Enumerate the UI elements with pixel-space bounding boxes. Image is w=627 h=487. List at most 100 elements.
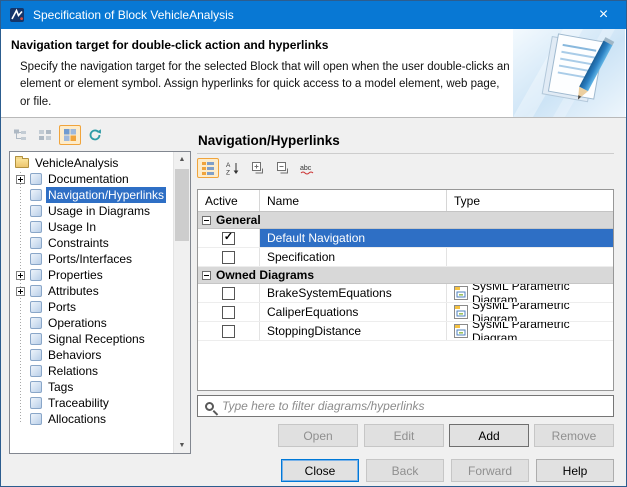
tree-item-navigation-hyperlinks[interactable]: Navigation/Hyperlinks <box>10 187 173 203</box>
tree-item-icon <box>30 237 42 249</box>
group-by-button[interactable] <box>197 158 219 178</box>
active-checkbox[interactable]: ✓ <box>222 232 235 245</box>
tree-item-operations[interactable]: Operations <box>10 315 173 331</box>
sort-alphabetically-button[interactable]: A Z <box>222 158 244 178</box>
collapse-group-icon[interactable] <box>202 216 211 225</box>
tree-item-label: Relations <box>46 363 100 379</box>
open-button[interactable]: Open <box>278 424 358 447</box>
add-button[interactable]: Add <box>449 424 529 447</box>
type-cell <box>447 229 613 247</box>
tree-item-icon <box>30 253 42 265</box>
expand-node-icon[interactable] <box>16 287 25 296</box>
dialog-header: Navigation target for double-click actio… <box>1 29 626 118</box>
expand-all-button[interactable] <box>247 158 269 178</box>
tree-item-behaviors[interactable]: Behaviors <box>10 347 173 363</box>
table-row-brakesystemequations[interactable]: BrakeSystemEquations SysML Parametric Di… <box>198 284 613 303</box>
back-button[interactable]: Back <box>366 459 444 482</box>
type-label: SysML Parametric Diagram <box>472 284 613 302</box>
search-icon <box>205 402 214 411</box>
collapse-tree-icon <box>38 128 52 142</box>
close-button[interactable]: Close <box>281 459 359 482</box>
check-spelling-button[interactable]: abc <box>297 158 319 178</box>
tree-root-vehicleanalysis[interactable]: VehicleAnalysis <box>10 155 173 171</box>
table-row-specification[interactable]: Specification <box>198 248 613 267</box>
refresh-button[interactable] <box>84 125 106 145</box>
active-cell: ✓ <box>198 229 260 247</box>
collapse-all-button[interactable] <box>272 158 294 178</box>
active-checkbox[interactable] <box>222 251 235 264</box>
name-cell: StoppingDistance <box>260 322 447 340</box>
tree-item-relations[interactable]: Relations <box>10 363 173 379</box>
titlebar[interactable]: Specification of Block VehicleAnalysis × <box>1 1 626 29</box>
tree-item-documentation[interactable]: Documentation <box>10 171 173 187</box>
type-label: SysML Parametric Diagram <box>472 322 613 340</box>
tree-item-icon <box>30 173 42 185</box>
group-row-owned-diagrams[interactable]: Owned Diagrams <box>198 267 613 284</box>
tree-scrollbar[interactable]: ▲ ▼ <box>173 152 190 453</box>
app-icon <box>9 7 25 23</box>
tree-toolbar <box>9 125 106 145</box>
hyperlinks-table: Active Name Type General ✓ Default Navig… <box>197 189 614 391</box>
active-checkbox[interactable] <box>222 287 235 300</box>
table-row-stoppingdistance[interactable]: StoppingDistance SysML Parametric Diagra… <box>198 322 613 341</box>
window-title: Specification of Block VehicleAnalysis <box>33 8 234 22</box>
tree-item-icon <box>30 221 42 233</box>
tree-item-label: Navigation/Hyperlinks <box>46 187 166 203</box>
tree-item-tags[interactable]: Tags <box>10 379 173 395</box>
svg-text:abc: abc <box>300 165 312 172</box>
group-row-general[interactable]: General <box>198 212 613 229</box>
active-checkbox[interactable] <box>222 306 235 319</box>
remove-button[interactable]: Remove <box>534 424 614 447</box>
tree-item-ports-interfaces[interactable]: Ports/Interfaces <box>10 251 173 267</box>
forward-button[interactable]: Forward <box>451 459 529 482</box>
tree-item-icon <box>30 301 42 313</box>
tree-item-ports[interactable]: Ports <box>10 299 173 315</box>
tree-item-traceability[interactable]: Traceability <box>10 395 173 411</box>
group-nodes-toggle-button[interactable] <box>59 125 81 145</box>
tree-item-properties[interactable]: Properties <box>10 267 173 283</box>
close-icon[interactable]: × <box>581 1 626 29</box>
tree-item-usage-in-diagrams[interactable]: Usage in Diagrams <box>10 203 173 219</box>
tree-item-signal-receptions[interactable]: Signal Receptions <box>10 331 173 347</box>
tree-item-icon <box>30 317 42 329</box>
expand-node-icon[interactable] <box>16 271 25 280</box>
tree-item-label: Behaviors <box>46 347 103 363</box>
tree-item-icon <box>30 205 42 217</box>
expand-tree-icon <box>13 128 27 142</box>
scroll-up-icon[interactable]: ▲ <box>174 152 190 167</box>
tree-item-allocations[interactable]: Allocations <box>10 411 173 427</box>
tree-item-icon <box>30 381 42 393</box>
collapse-tree-button[interactable] <box>34 125 56 145</box>
refresh-icon <box>88 128 102 142</box>
type-cell: SysML Parametric Diagram <box>447 303 613 321</box>
table-row-caliperequations[interactable]: CaliperEquations SysML Parametric Diagra… <box>198 303 613 322</box>
tree-item-constraints[interactable]: Constraints <box>10 235 173 251</box>
column-header-type[interactable]: Type <box>447 190 613 211</box>
tree-item-label: Operations <box>46 315 109 331</box>
collapse-group-icon[interactable] <box>202 271 211 280</box>
tree-item-label: Traceability <box>46 395 111 411</box>
expand-node-icon[interactable] <box>16 175 25 184</box>
active-cell <box>198 248 260 266</box>
abc-icon: abc <box>300 161 316 175</box>
edit-button[interactable]: Edit <box>364 424 444 447</box>
tree-item-icon <box>30 413 42 425</box>
filter-box[interactable] <box>197 395 614 417</box>
expand-tree-button[interactable] <box>9 125 31 145</box>
active-checkbox[interactable] <box>222 325 235 338</box>
table-row-default-navigation[interactable]: ✓ Default Navigation <box>198 229 613 248</box>
collapse-all-icon <box>276 161 290 175</box>
filter-input[interactable] <box>222 396 613 416</box>
scrollbar-thumb[interactable] <box>175 169 189 241</box>
tree-item-usage-in[interactable]: Usage In <box>10 219 173 235</box>
table-toolbar: A Z abc <box>197 158 319 178</box>
tree-item-attributes[interactable]: Attributes <box>10 283 173 299</box>
scroll-down-icon[interactable]: ▼ <box>174 438 190 453</box>
group-nodes-icon <box>63 128 77 142</box>
help-button[interactable]: Help <box>536 459 614 482</box>
hyperlink-illustration <box>513 29 625 117</box>
name-cell: BrakeSystemEquations <box>260 284 447 302</box>
tree-item-label: Signal Receptions <box>46 331 147 347</box>
column-header-name[interactable]: Name <box>260 190 447 211</box>
column-header-active[interactable]: Active <box>198 190 260 211</box>
